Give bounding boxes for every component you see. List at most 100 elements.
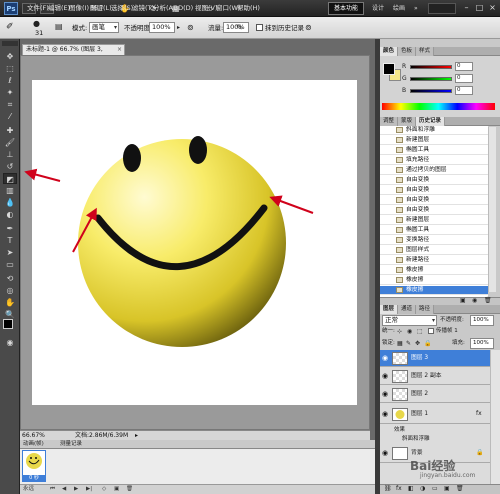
eye-icon[interactable]: ◉ bbox=[381, 354, 389, 362]
blue-slider[interactable] bbox=[410, 89, 452, 93]
frame-delay-label[interactable]: 0 秒 bbox=[22, 475, 46, 482]
pen-tool-icon[interactable]: ✒ bbox=[3, 223, 17, 234]
mode-select[interactable]: 画笔 bbox=[89, 22, 119, 33]
history-item[interactable]: 橡皮擦 bbox=[380, 286, 488, 295]
tab-swatches[interactable]: 色板 bbox=[398, 47, 417, 56]
dodge-tool-icon[interactable]: ◐ bbox=[3, 209, 17, 220]
tab-channels[interactable]: 通道 bbox=[398, 305, 417, 314]
tab-color[interactable]: 颜色 bbox=[380, 47, 399, 56]
eraser-tool-icon[interactable]: ◩ bbox=[3, 173, 17, 184]
history-item[interactable]: 变换路径 bbox=[380, 236, 488, 245]
layer-name[interactable]: 背景 bbox=[411, 449, 423, 457]
maximize-icon[interactable]: □ bbox=[473, 2, 486, 14]
workspace-design-button[interactable]: 设计 bbox=[372, 3, 384, 14]
unify-style-icon[interactable]: ⬚ bbox=[417, 327, 423, 336]
snapshot-icon[interactable]: ◉ bbox=[472, 297, 477, 304]
tab-animation[interactable]: 动画(帧) bbox=[23, 440, 44, 449]
lasso-tool-icon[interactable]: ℓ bbox=[3, 75, 17, 86]
crop-tool-icon[interactable]: ⌗ bbox=[3, 99, 17, 110]
cs-live-button[interactable] bbox=[428, 3, 456, 14]
pressure-size-icon[interactable]: ⊚ bbox=[305, 22, 316, 33]
minimize-icon[interactable]: – bbox=[460, 2, 473, 14]
delete-state-icon[interactable]: 🗑 bbox=[484, 297, 492, 304]
document-tab[interactable]: 未标题-1 @ 66.7% (图层 3, RGB/8) * bbox=[22, 44, 125, 63]
menu-help[interactable]: 帮助(H) bbox=[236, 3, 261, 14]
bevel-emboss-effect[interactable]: 斜面和浮雕 bbox=[402, 435, 430, 443]
green-slider[interactable] bbox=[410, 77, 452, 81]
3d-orbit-tool-icon[interactable]: ◎ bbox=[3, 285, 17, 296]
layer-row[interactable]: ◉ 图层 1 fx bbox=[380, 406, 490, 424]
gradient-tool-icon[interactable]: ▥ bbox=[3, 185, 17, 196]
layer-name[interactable]: 图层 1 bbox=[411, 410, 428, 418]
add-style-icon[interactable]: fx bbox=[396, 485, 402, 492]
pressure-opacity-icon[interactable]: ⊚ bbox=[187, 22, 198, 33]
history-item[interactable]: 自由变换 bbox=[380, 186, 488, 195]
eye-icon[interactable]: ◉ bbox=[381, 449, 389, 457]
history-item[interactable]: 填充路径 bbox=[380, 156, 488, 165]
eyedropper-tool-icon[interactable]: ⁄ bbox=[3, 111, 17, 122]
tab-history[interactable]: 历史记录 bbox=[416, 117, 446, 126]
hand-tool-icon[interactable]: ✋ bbox=[3, 297, 17, 308]
brush-preview-icon[interactable]: ● bbox=[33, 20, 43, 28]
history-item[interactable]: 自由变换 bbox=[380, 176, 488, 185]
menu-3d[interactable]: 3D(D) bbox=[173, 3, 194, 14]
history-item[interactable]: 图层样式 bbox=[380, 246, 488, 255]
workspace-essentials-button[interactable]: 基本功能 bbox=[328, 2, 364, 15]
layer-opacity-input[interactable]: 100% bbox=[470, 315, 494, 326]
color-foreground-swatch[interactable] bbox=[383, 63, 395, 75]
airbrush-icon[interactable]: ✎ bbox=[236, 23, 246, 32]
menu-image[interactable]: 图像(I) bbox=[68, 3, 90, 14]
history-item[interactable]: 橡皮擦 bbox=[380, 276, 488, 285]
3d-rotate-tool-icon[interactable]: ⟲ bbox=[3, 273, 17, 284]
history-item[interactable]: 椭圆工具 bbox=[380, 146, 488, 155]
prev-frame-icon[interactable]: ◀ bbox=[62, 485, 66, 494]
quick-select-tool-icon[interactable]: ✦ bbox=[3, 87, 17, 98]
color-spectrum-bar[interactable] bbox=[382, 103, 495, 110]
history-item[interactable]: 新建路径 bbox=[380, 256, 488, 265]
delete-frame-icon[interactable]: 🗑 bbox=[126, 485, 133, 494]
tools-panel-grip[interactable] bbox=[2, 41, 18, 46]
adjustment-layer-icon[interactable]: ◑ bbox=[420, 485, 425, 492]
duplicate-frame-icon[interactable]: ▣ bbox=[114, 485, 119, 494]
add-mask-icon[interactable]: ◧ bbox=[408, 485, 414, 492]
layer-row[interactable]: ◉ 图层 2 bbox=[380, 386, 490, 403]
document-tab-close-icon[interactable]: × bbox=[117, 44, 125, 55]
quick-mask-icon[interactable]: ◉ bbox=[3, 337, 17, 348]
foreground-color-swatch[interactable] bbox=[3, 319, 13, 329]
zoom-readout[interactable]: 66.67% bbox=[22, 431, 45, 440]
lock-transparency-icon[interactable]: ▦ bbox=[397, 339, 403, 348]
layer-row[interactable]: ◉ 图层 2 副本 bbox=[380, 368, 490, 385]
link-layers-icon[interactable]: ⛓ bbox=[384, 485, 392, 492]
shape-tool-icon[interactable]: ▭ bbox=[3, 259, 17, 270]
new-document-from-state-icon[interactable]: ▣ bbox=[460, 297, 466, 304]
loop-select[interactable]: 永远 bbox=[23, 485, 34, 494]
lock-pixels-icon[interactable]: ✎ bbox=[406, 339, 411, 348]
layer-name[interactable]: 图层 2 bbox=[411, 390, 428, 398]
propagate-frame-checkbox[interactable] bbox=[428, 328, 434, 334]
path-selection-tool-icon[interactable]: ➤ bbox=[3, 247, 17, 258]
unify-visibility-icon[interactable]: ◉ bbox=[407, 327, 412, 336]
eye-icon[interactable]: ◉ bbox=[381, 372, 389, 380]
history-item[interactable]: 自由变换 bbox=[380, 206, 488, 215]
unify-position-icon[interactable]: ⊹ bbox=[397, 327, 402, 336]
healing-brush-tool-icon[interactable]: ✚ bbox=[3, 125, 17, 136]
canvas[interactable] bbox=[32, 80, 357, 405]
workspace-more-button[interactable]: » bbox=[414, 3, 418, 14]
red-slider[interactable] bbox=[410, 65, 452, 69]
close-icon[interactable]: × bbox=[486, 2, 499, 14]
blur-tool-icon[interactable]: 💧 bbox=[3, 197, 17, 208]
fx-icon[interactable]: fx bbox=[476, 410, 482, 417]
tab-paths[interactable]: 路径 bbox=[416, 305, 435, 314]
blue-value[interactable]: 0 bbox=[455, 86, 473, 95]
erase-history-checkbox[interactable] bbox=[256, 24, 263, 31]
tab-styles[interactable]: 样式 bbox=[416, 47, 435, 56]
history-scrollbar[interactable] bbox=[488, 127, 496, 292]
tween-icon[interactable]: ◇ bbox=[102, 485, 106, 494]
history-item[interactable]: 新建图层 bbox=[380, 136, 488, 145]
first-frame-icon[interactable]: ⏮ bbox=[50, 485, 55, 494]
status-menu-icon[interactable]: ▸ bbox=[135, 431, 138, 440]
marquee-tool-icon[interactable]: ⬚ bbox=[3, 63, 17, 74]
layer-name[interactable]: 图层 2 副本 bbox=[411, 372, 442, 380]
history-item[interactable]: 通过拷贝的图层 bbox=[380, 166, 488, 175]
lock-position-icon[interactable]: ✥ bbox=[415, 339, 420, 348]
